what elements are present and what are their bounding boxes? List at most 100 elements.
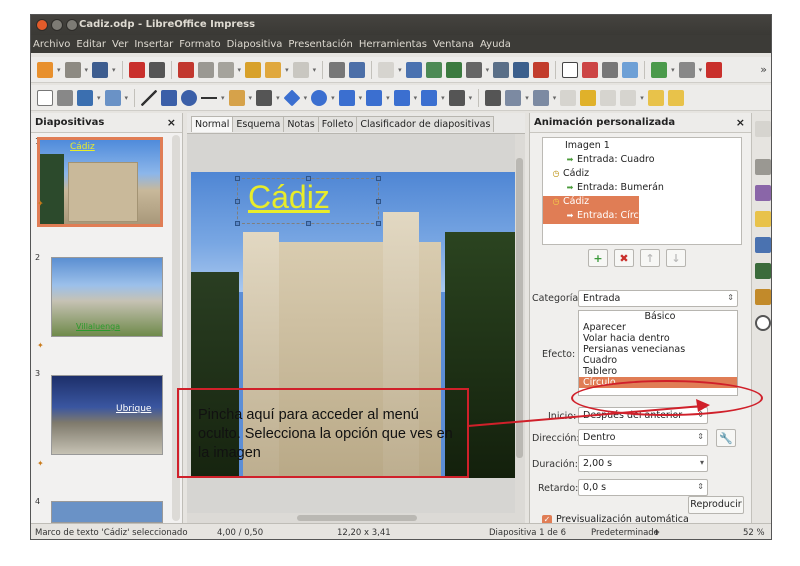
close-animation-pane-icon[interactable]: × — [736, 116, 745, 129]
slide-show-icon[interactable] — [405, 61, 422, 78]
line-color-icon[interactable] — [77, 89, 93, 106]
undo-icon[interactable] — [265, 61, 282, 78]
chart-icon[interactable] — [513, 61, 530, 78]
retardo-spinner[interactable]: 0,0 s ⇕ — [578, 479, 708, 496]
paste-icon[interactable] — [217, 61, 234, 78]
sidebar-more-icon[interactable] — [755, 121, 771, 137]
image-icon[interactable] — [493, 61, 510, 78]
arrange-icon[interactable] — [532, 89, 549, 106]
save-icon[interactable] — [92, 61, 109, 78]
menu-herramientas[interactable]: Herramientas — [359, 39, 427, 50]
start-first-slide-icon[interactable] — [425, 61, 442, 78]
select-icon[interactable] — [37, 89, 53, 106]
slide-thumbnail-3[interactable]: Ubrique — [51, 375, 163, 455]
effect-list-object[interactable]: ◷ Cádiz — [543, 168, 741, 182]
flowchart-icon[interactable] — [366, 89, 383, 106]
distribute-icon[interactable] — [560, 89, 577, 106]
basic-shapes-icon[interactable] — [283, 89, 301, 106]
resize-handle[interactable] — [376, 176, 381, 181]
block-arrows-icon[interactable] — [338, 89, 355, 106]
stars-icon[interactable] — [421, 89, 438, 106]
glue-points-icon[interactable] — [647, 89, 664, 106]
effect-list-item-selected[interactable]: ➡ Entrada: Círculo — [543, 210, 653, 224]
menu-editar[interactable]: Editar — [76, 39, 106, 50]
arrow-line-icon[interactable] — [201, 89, 218, 106]
categoria-select[interactable]: Entrada ⇕ — [578, 290, 738, 307]
filter-icon[interactable] — [620, 89, 637, 106]
menu-ver[interactable]: Ver — [112, 39, 128, 50]
resize-handle[interactable] — [306, 221, 311, 226]
tab-esquema[interactable]: Esquema — [232, 116, 285, 132]
extrusion-icon[interactable] — [667, 89, 684, 106]
properties-icon[interactable] — [755, 159, 771, 175]
slide-thumbnail-1[interactable]: Cádiz — [37, 137, 163, 227]
new-slide-icon[interactable] — [651, 61, 668, 78]
zoom-in-icon[interactable]: + — [653, 528, 660, 538]
zoom-icon[interactable] — [57, 89, 73, 106]
fontwork-icon[interactable] — [582, 61, 599, 78]
rotate-icon[interactable] — [485, 89, 502, 106]
display-grid-icon[interactable] — [378, 61, 395, 78]
export-pdf-icon[interactable] — [128, 61, 145, 78]
add-effect-button[interactable]: + — [588, 249, 608, 267]
toolbar-overflow-icon[interactable]: » — [760, 63, 767, 76]
efecto-option[interactable]: Volar hacia dentro — [579, 333, 737, 344]
tab-normal[interactable]: Normal — [191, 116, 234, 132]
resize-handle[interactable] — [306, 176, 311, 181]
3d-objects-icon[interactable] — [448, 89, 465, 106]
rectangle-icon[interactable] — [161, 89, 178, 106]
symbol-shapes-icon[interactable] — [311, 89, 328, 106]
effect-list-object[interactable]: Imagen 1 — [543, 140, 741, 154]
slide-thumbnail-2[interactable]: Villaluenga — [51, 257, 163, 337]
gallery-icon[interactable] — [755, 289, 771, 305]
resize-handle[interactable] — [376, 221, 381, 226]
line-icon[interactable] — [141, 89, 158, 106]
navigator-icon[interactable] — [755, 315, 771, 331]
maximize-window-button[interactable] — [66, 19, 78, 31]
scrollbar-thumb[interactable] — [297, 515, 417, 521]
title-text-frame[interactable]: Cádiz — [235, 176, 381, 226]
resize-handle[interactable] — [235, 199, 240, 204]
table-icon[interactable] — [465, 61, 482, 78]
efecto-option[interactable]: Tablero — [579, 366, 737, 377]
effect-list-object-selected[interactable]: ◷ Cádiz — [543, 196, 639, 210]
slide-title[interactable]: Cádiz — [248, 179, 330, 216]
crop-icon[interactable] — [600, 89, 617, 106]
tab-notas[interactable]: Notas — [283, 116, 319, 132]
move-down-button[interactable]: ↓ — [666, 249, 686, 267]
print-icon[interactable] — [148, 61, 165, 78]
minimize-window-button[interactable] — [51, 19, 63, 31]
connector-icon[interactable] — [256, 89, 273, 106]
shadow-icon[interactable] — [580, 89, 597, 106]
text-box-icon[interactable] — [562, 61, 579, 78]
resize-handle[interactable] — [235, 221, 240, 226]
resize-handle[interactable] — [235, 176, 240, 181]
canvas-vertical-scrollbar[interactable] — [515, 134, 525, 514]
start-current-slide-icon[interactable] — [445, 61, 462, 78]
menu-ayuda[interactable]: Ayuda — [480, 39, 511, 50]
ellipse-icon[interactable] — [181, 89, 198, 106]
effect-list-item[interactable]: ➡ Entrada: Cuadro — [543, 154, 741, 168]
status-zoom[interactable]: 52 % — [743, 528, 765, 538]
efecto-option[interactable]: Cuadro — [579, 355, 737, 366]
new-icon[interactable] — [37, 61, 53, 78]
tab-folleto[interactable]: Folleto — [317, 116, 358, 132]
canvas-horizontal-scrollbar[interactable] — [187, 513, 525, 523]
menu-insertar[interactable]: Insertar — [134, 39, 173, 50]
duracion-select[interactable]: 2,00 s ▾ — [578, 455, 708, 472]
effect-list-item[interactable]: ➡ Entrada: Bumerán — [543, 182, 741, 196]
curve-icon[interactable] — [228, 89, 245, 106]
slide-transition-icon[interactable] — [755, 237, 771, 253]
menu-archivo[interactable]: Archivo — [33, 39, 70, 50]
spellcheck-icon[interactable] — [349, 61, 366, 78]
styles-icon[interactable] — [755, 263, 771, 279]
custom-animation-icon[interactable] — [755, 211, 771, 227]
tab-clasificador[interactable]: Clasificador de diapositivas — [356, 116, 495, 132]
clone-format-icon[interactable] — [245, 61, 262, 78]
menu-presentacion[interactable]: Presentación — [288, 39, 352, 50]
efecto-option[interactable]: Persianas venecianas — [579, 344, 737, 355]
menu-formato[interactable]: Formato — [179, 39, 220, 50]
animation-effects-list[interactable]: Imagen 1 ➡ Entrada: Cuadro ◷ Cádiz ➡ Entrad… — [542, 137, 742, 245]
copy-icon[interactable] — [197, 61, 214, 78]
efecto-option[interactable]: Aparecer — [579, 322, 737, 333]
